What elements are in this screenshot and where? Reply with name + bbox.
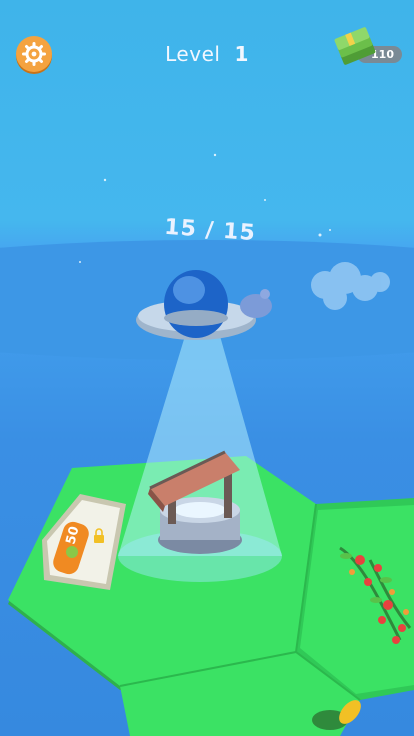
- game-viewport[interactable]: Level 1 110 15 / 15 50: [0, 0, 414, 736]
- coin-icon: [66, 546, 78, 558]
- cash-stack-icon: [334, 27, 376, 65]
- money-display: 110: [334, 22, 402, 72]
- game-scene: [0, 153, 414, 736]
- level-number: 1: [234, 42, 249, 66]
- level-label: Level: [165, 42, 221, 66]
